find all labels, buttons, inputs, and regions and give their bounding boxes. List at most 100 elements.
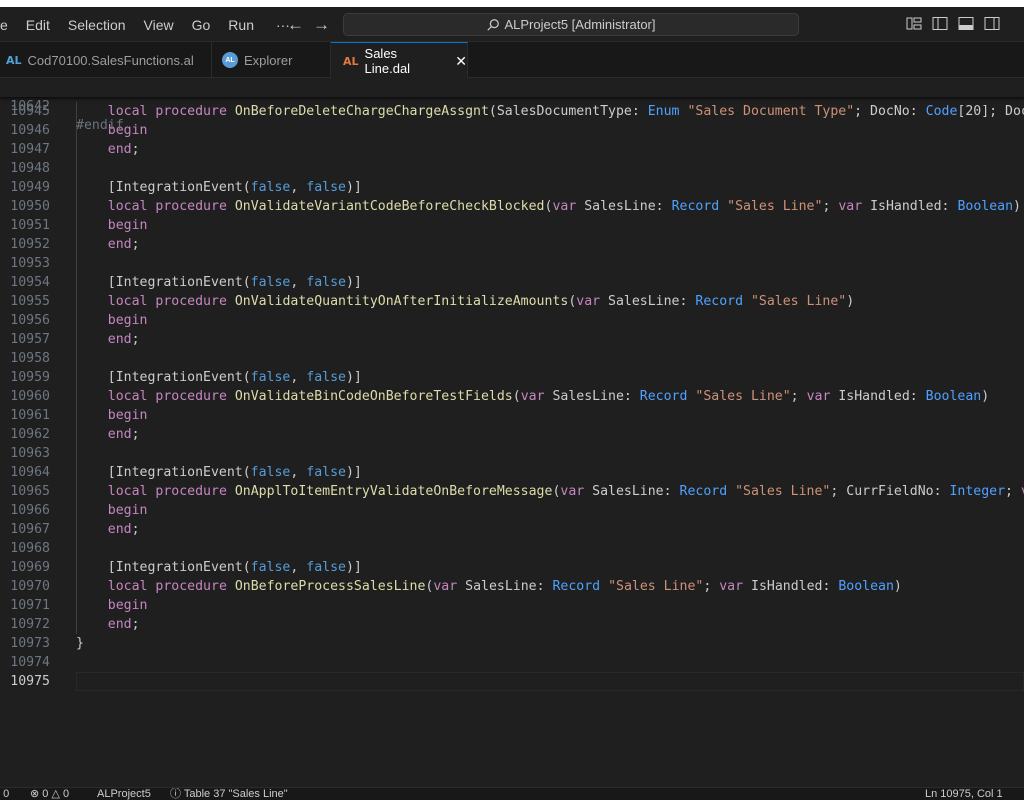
code-line[interactable]: 10963	[0, 444, 1024, 463]
status-bar: : 0 ⊗ 0 △ 0 ALProject5 ⓘ Table 37 "Sales…	[0, 787, 1024, 800]
code-text: [IntegrationEvent(false, false)]	[76, 275, 362, 290]
code-line[interactable]: 10969 [IntegrationEvent(false, false)]	[0, 558, 1024, 577]
sticky-line: 10642 #endif	[0, 78, 1024, 133]
search-icon	[487, 18, 500, 31]
line-number: 10966	[10, 503, 50, 518]
code-line[interactable]: 10960 local procedure OnValidateBinCodeO…	[0, 387, 1024, 406]
code-text: end;	[107, 617, 140, 632]
tab-label: Explorer	[244, 52, 293, 68]
code-line[interactable]: 10947 end;	[0, 140, 1024, 159]
line-number: 10960	[10, 389, 50, 404]
code-line[interactable]: 10955 local procedure OnValidateQuantity…	[0, 292, 1024, 311]
al-explorer-icon: AL	[222, 52, 238, 68]
line-number: 10949	[10, 180, 50, 195]
error-icon: ⊗	[30, 788, 40, 800]
code-line[interactable]: 10964 [IntegrationEvent(false, false)]	[0, 463, 1024, 482]
code-line[interactable]: 10951 begin	[0, 216, 1024, 235]
line-number: 10955	[10, 294, 50, 309]
code-line[interactable]: 10957 end;	[0, 330, 1024, 349]
code-text: end;	[107, 142, 140, 157]
indent-guide	[76, 102, 77, 634]
menu-view[interactable]: View	[135, 17, 183, 33]
code-text: #endif	[76, 118, 124, 133]
back-arrow-icon[interactable]: ←	[287, 15, 304, 35]
line-number: 10969	[10, 560, 50, 575]
status-info-text: Table 37 "Sales Line"	[183, 788, 288, 800]
code-line[interactable]: 10967 end;	[0, 520, 1024, 539]
window-top-strip	[0, 0, 1024, 7]
code-line[interactable]: 10962 end;	[0, 425, 1024, 444]
toggle-primary-sidebar-icon[interactable]	[932, 16, 948, 31]
code-line[interactable]: 10949 [IntegrationEvent(false, false)]	[0, 178, 1024, 197]
code-line[interactable]: 10966 begin	[0, 501, 1024, 520]
code-line[interactable]: 10968	[0, 539, 1024, 558]
tab-explorer[interactable]: AL Explorer	[212, 42, 331, 78]
status-problems[interactable]: ⊗ 0 △ 0	[30, 788, 69, 800]
menu-run[interactable]: Run	[219, 17, 263, 33]
toggle-panel-icon[interactable]	[958, 16, 974, 31]
code-line[interactable]: 10945 local procedure OnBeforeDeleteChar…	[0, 102, 1024, 121]
status-info[interactable]: ⓘ Table 37 "Sales Line"	[170, 788, 288, 800]
editor-tab-bar: AL Cod70100.SalesFunctions.al AL Explore…	[0, 42, 1024, 79]
layout-controls	[906, 16, 1000, 31]
command-center-search[interactable]: ALProject5 [Administrator]	[343, 13, 799, 36]
code-line[interactable]: 10959 [IntegrationEvent(false, false)]	[0, 368, 1024, 387]
status-partial: : 0	[0, 788, 10, 800]
code-line[interactable]: 10971 begin	[0, 596, 1024, 615]
menu-selection[interactable]: Selection	[59, 17, 135, 33]
line-number: 10957	[10, 332, 50, 347]
line-number: 10951	[10, 218, 50, 233]
code-text: begin	[107, 313, 148, 328]
sticky-scroll-header[interactable]: 10642 #endif	[0, 78, 1024, 133]
code-text: local procedure OnValidateVariantCodeBef…	[107, 199, 1021, 214]
line-number: 10972	[10, 617, 50, 632]
code-line[interactable]: 10952 end;	[0, 235, 1024, 254]
error-count: 0	[42, 788, 49, 800]
code-line[interactable]: 10948	[0, 159, 1024, 178]
line-number: 10953	[10, 256, 50, 271]
line-number: 10956	[10, 313, 50, 328]
line-number: 10959	[10, 370, 50, 385]
code-line[interactable]: 10961 begin	[0, 406, 1024, 425]
code-text: }	[76, 636, 84, 651]
info-icon: ⓘ	[170, 788, 181, 800]
menu-file-partial[interactable]: e	[0, 17, 17, 33]
code-line[interactable]: 10953	[0, 254, 1024, 273]
code-line[interactable]: 10954 [IntegrationEvent(false, false)]	[0, 273, 1024, 292]
toggle-secondary-sidebar-icon[interactable]	[984, 16, 1000, 31]
code-line[interactable]: 10958	[0, 349, 1024, 368]
line-number: 10973	[10, 636, 50, 651]
line-number: 10950	[10, 199, 50, 214]
code-line[interactable]: 10972 end;	[0, 615, 1024, 634]
code-line[interactable]: 10975	[0, 672, 1024, 691]
code-text: local procedure OnValidateBinCodeOnBefor…	[107, 389, 990, 404]
tab-sales-line[interactable]: AL Sales Line.dal ✕	[331, 42, 468, 79]
code-line[interactable]: 10946 begin	[0, 121, 1024, 140]
code-line[interactable]: 10965 local procedure OnApplToItemEntryV…	[0, 482, 1024, 501]
menu-edit[interactable]: Edit	[17, 17, 59, 33]
code-text: end;	[107, 332, 140, 347]
code-line[interactable]: 10973}	[0, 634, 1024, 653]
warning-count: 0	[63, 788, 70, 800]
line-number: 10642	[10, 99, 50, 114]
warning-icon: △	[51, 788, 60, 800]
menu-go[interactable]: Go	[183, 17, 220, 33]
code-line[interactable]: 10974	[0, 653, 1024, 672]
line-number: 10958	[10, 351, 50, 366]
code-editor[interactable]: 10642 #endif 10945 local procedure OnBef…	[0, 78, 1024, 787]
code-line[interactable]: 10956 begin	[0, 311, 1024, 330]
customize-layout-icon[interactable]	[906, 16, 922, 31]
line-number: 10962	[10, 427, 50, 442]
forward-arrow-icon[interactable]: →	[313, 15, 330, 35]
close-icon[interactable]: ✕	[455, 53, 467, 70]
status-cursor-position[interactable]: Ln 10975, Col 1	[925, 788, 1003, 800]
code-text: end;	[107, 237, 140, 252]
code-line[interactable]: 10970 local procedure OnBeforeProcessSal…	[0, 577, 1024, 596]
line-number: 10961	[10, 408, 50, 423]
line-number: 10970	[10, 579, 50, 594]
tab-sales-functions[interactable]: AL Cod70100.SalesFunctions.al	[0, 42, 212, 78]
code-text: begin	[107, 408, 148, 423]
line-number: 10967	[10, 522, 50, 537]
status-project[interactable]: ALProject5	[97, 788, 151, 800]
code-line[interactable]: 10950 local procedure OnValidateVariantC…	[0, 197, 1024, 216]
